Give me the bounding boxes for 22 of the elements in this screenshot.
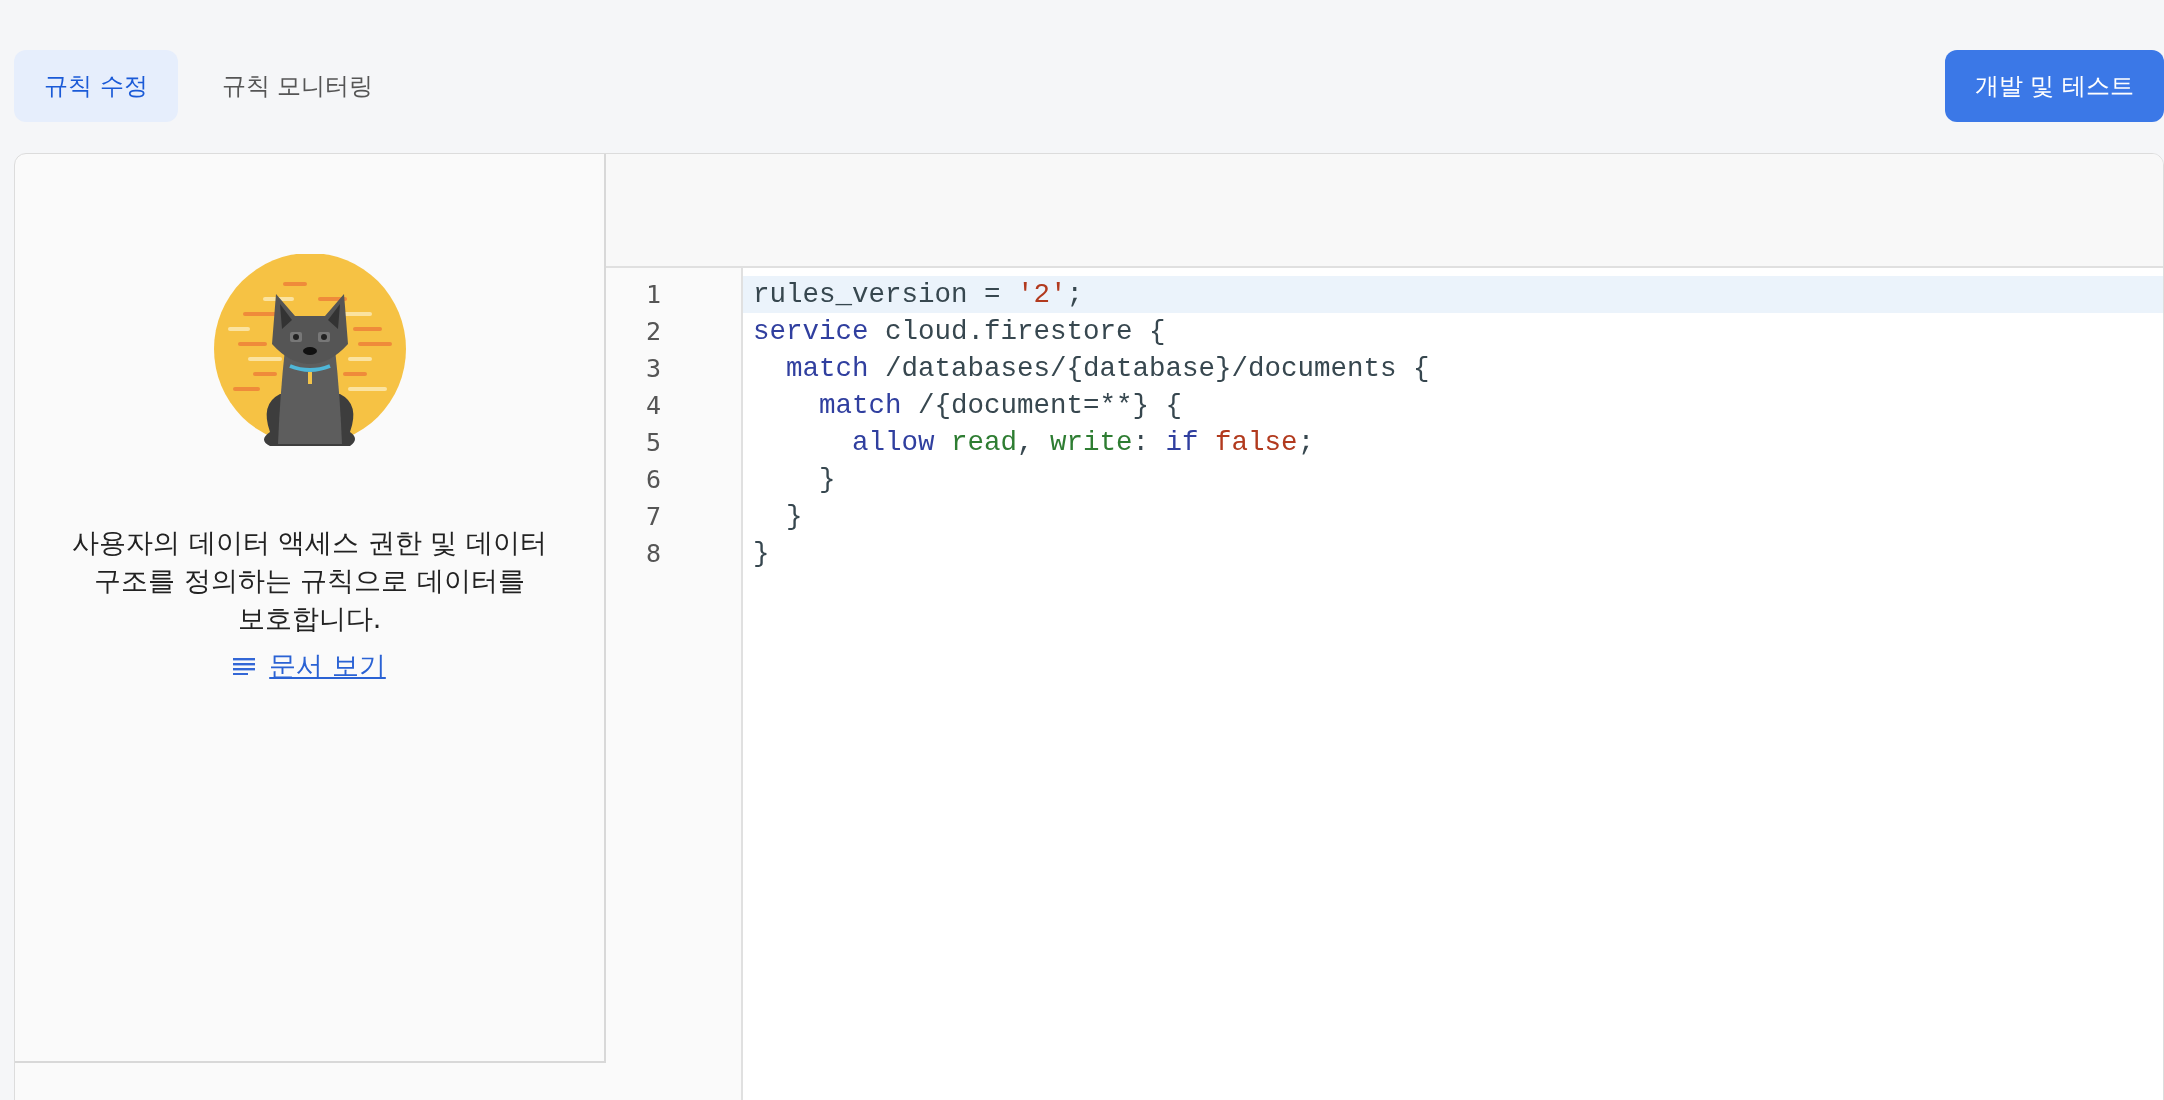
code-line: } xyxy=(752,537,771,571)
tab[interactable]: 규칙 모니터링 xyxy=(191,50,404,122)
list-icon xyxy=(233,657,256,675)
description-text: 사용자의 데이터 액세스 권한 및 데이터 구조를 정의하는 규칙으로 데이터를 보호합니다. xyxy=(71,526,548,636)
line-number: 3 xyxy=(645,353,663,385)
line-number: 1 xyxy=(645,279,663,311)
line-number: 4 xyxy=(645,390,663,422)
develop-test-button[interactable]: 개발 및 테스트 xyxy=(1944,50,2164,122)
code-line: service cloud.firestore { xyxy=(752,315,1167,349)
docs-link[interactable]: 문서 보기 xyxy=(269,648,386,684)
tab[interactable]: 규칙 수정 xyxy=(14,50,178,122)
line-number: 8 xyxy=(645,538,663,570)
code-line: match /databases/{database}/documents { xyxy=(785,352,1431,386)
code-line: allow read, write: if false; xyxy=(851,426,1316,460)
line-number: 7 xyxy=(645,501,663,533)
code-editor[interactable]: 1 2 3 4 5 6 7 8 rules_version = '2'; service cloud.firestore { match /databases/{database}/documents { match /{document=**} { allow read, write: if false; } } } xyxy=(606,268,2163,1100)
code-line: } xyxy=(818,463,837,497)
line-number: 6 xyxy=(645,464,663,496)
line-number: 5 xyxy=(645,427,663,459)
code-line: } xyxy=(785,500,804,534)
code-line: match /{document=**} { xyxy=(818,389,1184,423)
line-number: 2 xyxy=(645,316,663,348)
